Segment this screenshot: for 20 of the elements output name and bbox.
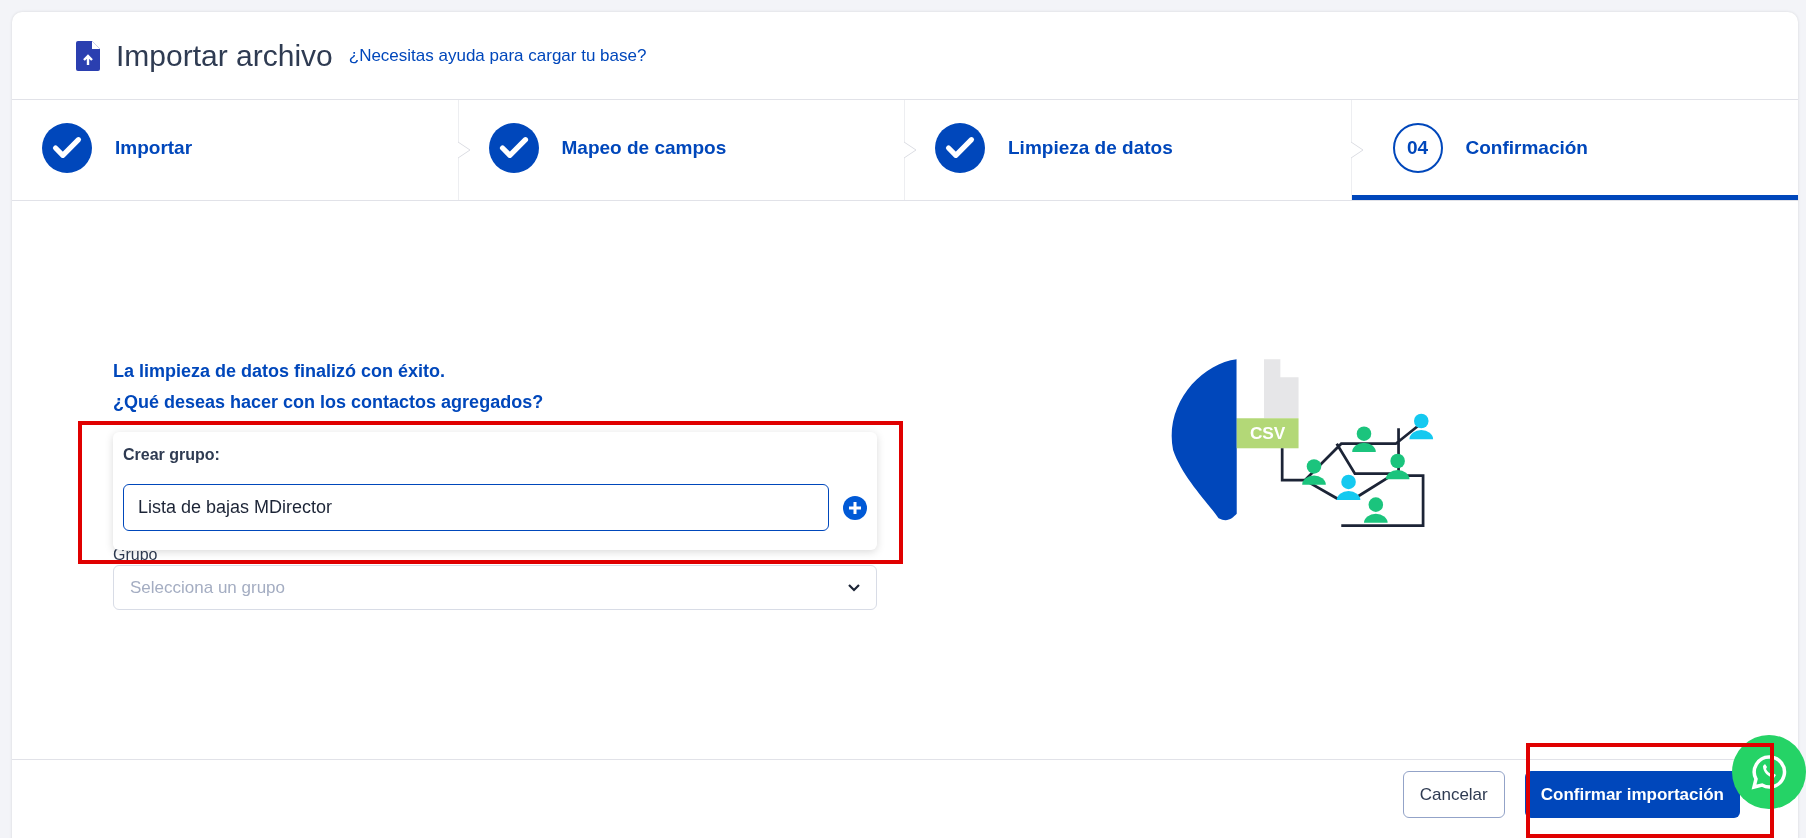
step-tab[interactable]: Limpieza de datos [905,100,1352,200]
confirm-button[interactable]: Confirmar importación [1524,771,1740,818]
step-number: 04 [1392,122,1443,173]
help-link[interactable]: ¿Necesitas ayuda para cargar tu base? [348,45,647,66]
check-circle-icon [488,122,539,173]
page-title: Importar archivo [116,38,333,73]
csv-network-drawing: CSV [1164,341,1464,541]
cancel-button[interactable]: Cancelar [1402,771,1505,818]
status-message: La limpieza de datos finalizó con éxito. ¿Qué deseas hacer con los contactos agregados? [113,360,545,414]
check-circle-icon [42,122,92,173]
chat-bubble-icon [1749,752,1789,792]
field-label: Crear grupo: [123,446,221,464]
step-tab[interactable]: Mapeo de campos [458,100,905,200]
check-circle-icon [935,122,985,173]
file-upload-icon [76,40,100,71]
add-icon[interactable] [843,495,867,520]
step-tab[interactable]: Importar [12,100,459,200]
step-tab[interactable]: 04 Confirmación [1351,100,1798,200]
chevron-down-icon [848,583,860,592]
group-name-input[interactable]: Lista de bajas MDirector [123,484,829,531]
